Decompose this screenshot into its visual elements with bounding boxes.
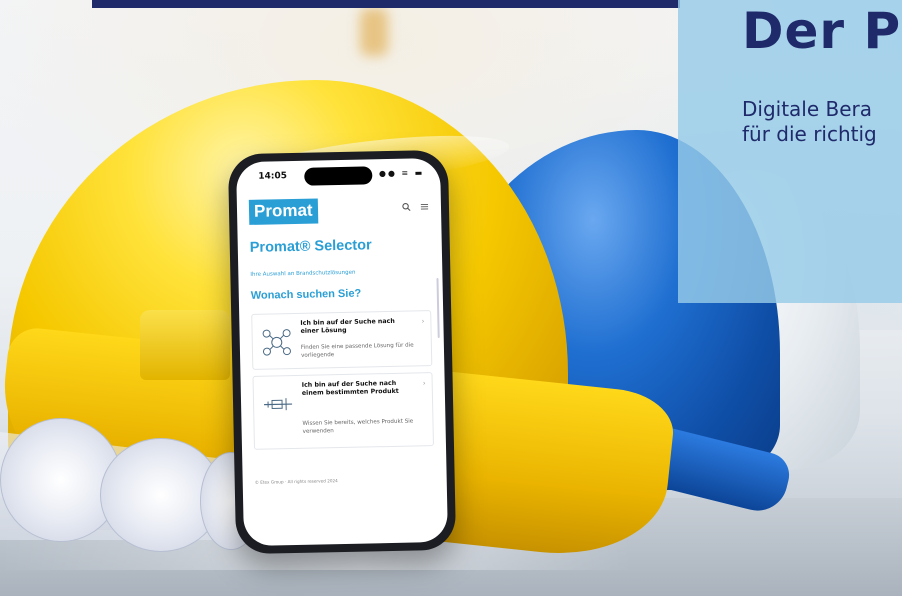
scroll-indicator <box>436 277 440 338</box>
status-bar: 14:05 ●● ≡ ▬ <box>236 158 441 192</box>
section-heading: Wonach suchen Sie? <box>250 287 362 302</box>
card-description: Wissen Sie bereits, welches Produkt Sie … <box>302 418 414 435</box>
panel-text-line: Digitale Bera <box>742 97 873 121</box>
app-header: Promat <box>237 192 442 230</box>
top-accent-bar <box>92 0 680 8</box>
panel-text-line: für die richtig <box>742 122 877 146</box>
menu-icon[interactable] <box>420 202 429 214</box>
chevron-right-icon: › <box>422 379 426 388</box>
status-time: 14:05 <box>258 171 288 182</box>
phone-screen: 14:05 ●● ≡ ▬ Promat Promat® Selector Ihr… <box>236 157 448 547</box>
page-subtitle: Ihre Auswahl an Brandschutzlösungen <box>250 269 356 278</box>
menu-icon-glyph <box>420 203 429 210</box>
status-icons: ●● ≡ ▬ <box>378 168 425 179</box>
headline: Der P <box>742 2 902 60</box>
dynamic-island <box>304 166 373 186</box>
card-title: Ich bin auf der Suche nach einem bestimm… <box>301 379 399 397</box>
card-title: Ich bin auf der Suche nach einer Lösung <box>300 317 395 335</box>
app-footer: © Etex Group · All rights reserved 2024 <box>254 478 338 485</box>
page-title: Promat® Selector <box>249 237 372 256</box>
promat-logo[interactable]: Promat <box>248 198 318 225</box>
hero-image: 14:05 ●● ≡ ▬ Promat Promat® Selector Ihr… <box>0 0 902 596</box>
background-blur-object <box>360 8 388 56</box>
search-icon-glyph <box>402 202 411 212</box>
card-description: Finden Sie eine passende Lösung für die … <box>300 342 414 359</box>
option-card-solution[interactable]: Ich bin auf der Suche nach einer Lösung … <box>251 310 433 370</box>
yellow-helmet-rib <box>140 310 230 380</box>
chevron-right-icon: › <box>421 317 425 326</box>
tool-icon <box>264 398 293 411</box>
search-icon[interactable] <box>402 202 411 215</box>
option-card-product[interactable]: Ich bin auf der Suche nach einem bestimm… <box>252 372 434 450</box>
network-icon <box>262 329 291 356</box>
smartphone: 14:05 ●● ≡ ▬ Promat Promat® Selector Ihr… <box>227 149 457 555</box>
headline-panel: Der P Digitale Bera für die richtig <box>678 0 902 303</box>
